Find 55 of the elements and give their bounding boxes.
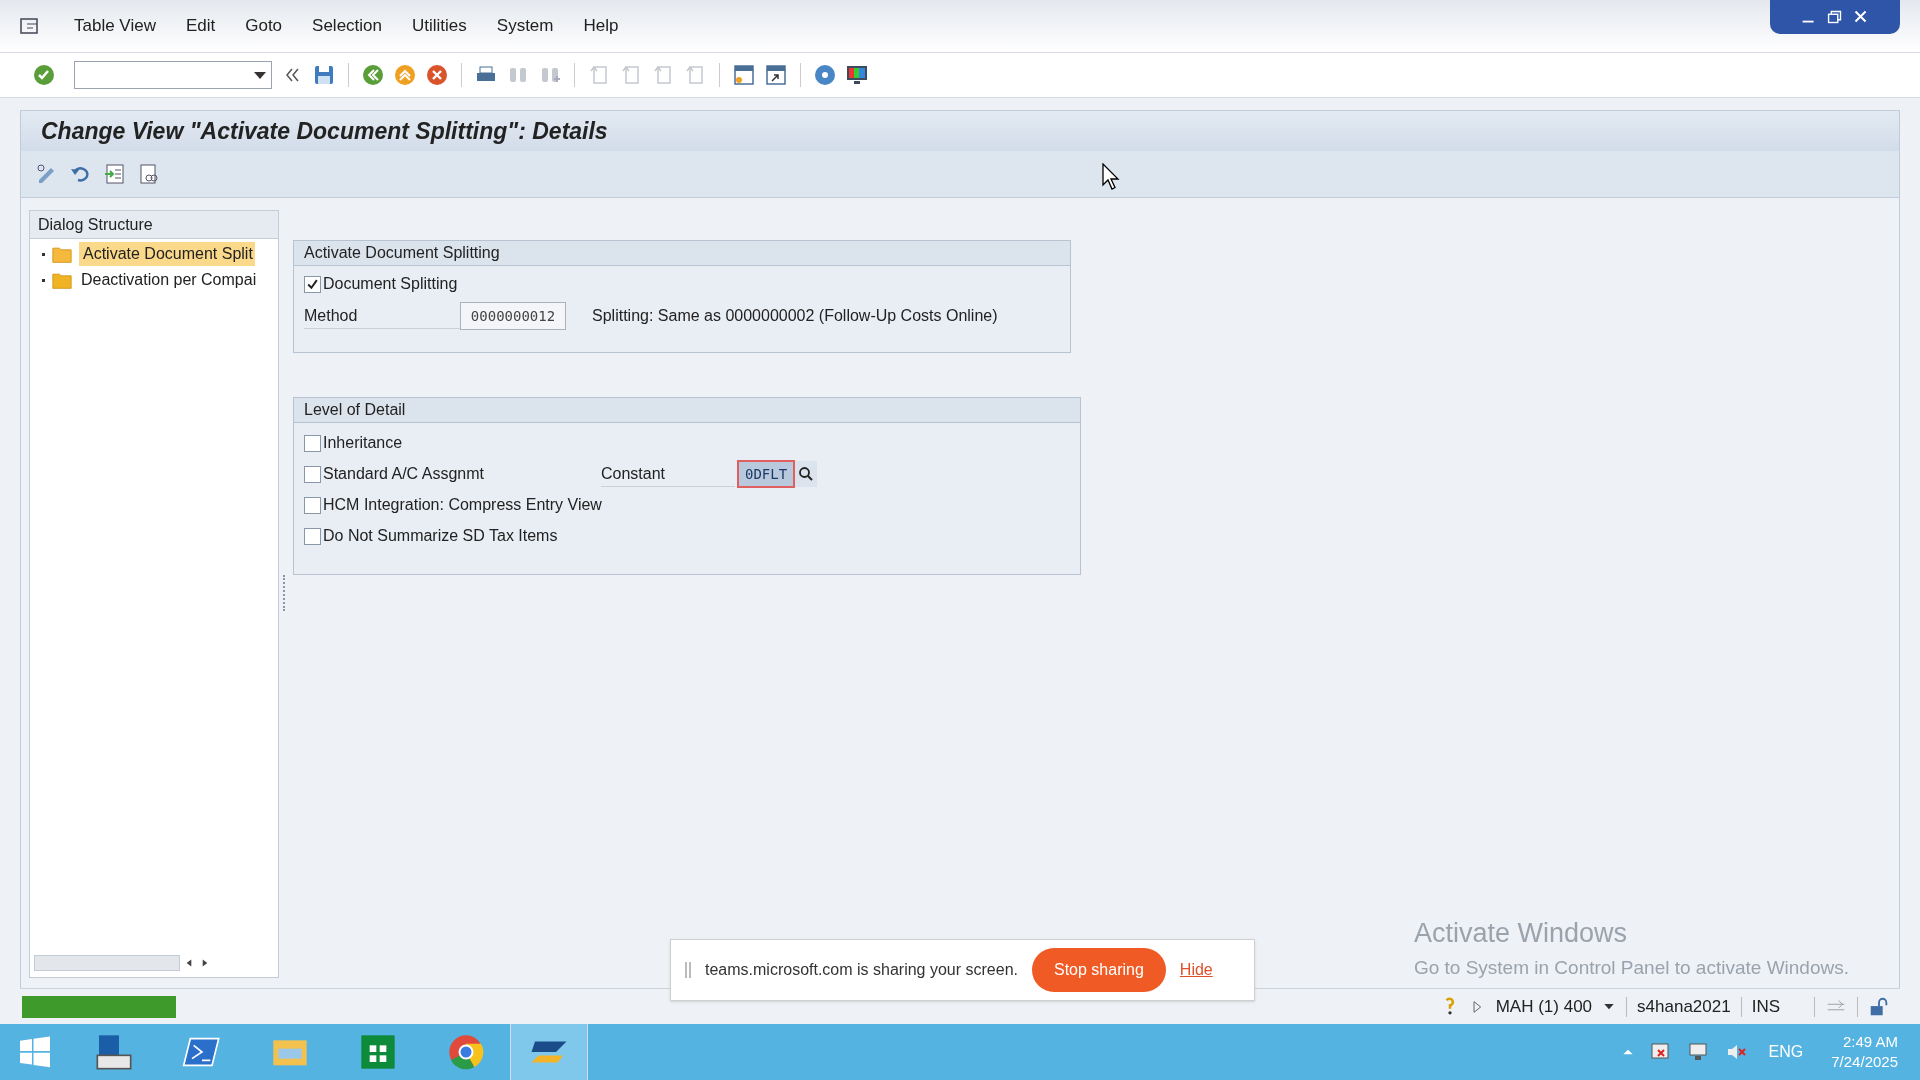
checkbox-label: Do Not Summarize SD Tax Items [323,526,558,546]
tree-item[interactable]: Activate Document Split [79,242,255,266]
system-info: MAH (1) 400 [1495,995,1593,1018]
checkbox-label: HCM Integration: Compress Entry View [323,495,602,515]
menu-item[interactable]: Goto [245,13,283,39]
server-name: s4hana2021 [1637,995,1731,1018]
server-manager-icon[interactable] [94,1032,134,1072]
exit-icon[interactable] [393,63,417,87]
scrollbar[interactable] [34,955,180,971]
cancel-icon[interactable] [425,63,449,87]
search-icon [798,466,815,482]
screen-title: Change View "Activate Document Splitting": Details [41,116,608,146]
new-session-icon[interactable] [732,63,756,87]
mouse-pointer-icon [1102,163,1122,191]
menu-item[interactable]: Utilities [412,13,467,39]
method-field[interactable]: 0000000012 [460,302,566,330]
unlock-icon[interactable] [1868,995,1890,1018]
checkbox[interactable] [304,465,321,483]
activation-title: Activate Windows [1413,917,1628,950]
checkbox-label: Standard A/C Assgnmt [323,464,485,484]
drag-handle-icon[interactable] [685,962,691,978]
shortcut-icon[interactable] [764,63,788,87]
checkbox[interactable] [304,527,321,545]
command-field[interactable] [74,61,272,89]
menu-item[interactable]: System [496,13,554,39]
menu-item[interactable]: Selection [312,13,382,39]
dropdown-icon[interactable] [253,70,267,80]
field-label: Constant [601,461,735,487]
checkbox[interactable] [304,496,321,514]
menu-item[interactable]: Edit [185,13,216,39]
group-title: Activate Document Splitting [294,241,1070,266]
menu-item[interactable]: Help [583,13,619,39]
enter-icon[interactable] [32,63,56,87]
select-all-icon[interactable] [103,162,127,186]
hide-link[interactable]: Hide [1179,958,1213,982]
checkbox[interactable] [304,434,321,452]
back-icon[interactable] [361,63,385,87]
tree-item[interactable]: Deactivation per Compai [79,268,257,292]
windows-logo-icon [17,1034,53,1070]
panel-header: Dialog Structure [30,211,278,239]
store-icon[interactable] [358,1032,398,1072]
input-mode: INS [1751,995,1780,1018]
constant-field[interactable]: 0DFLT [737,460,796,488]
checkbox[interactable] [304,275,321,293]
checkbox-label: Document Splitting [323,274,458,294]
monitor-icon[interactable] [845,63,869,87]
group-title: Level of Detail [294,398,1080,423]
sharing-message: teams.microsoft.com is sharing your screen. [705,960,1018,980]
save-icon[interactable] [312,63,336,87]
checkbox-label: Inheritance [323,433,403,453]
activation-text: Go to System in Control Panel to activate Windows. [1413,955,1849,980]
method-description: Splitting: Same as 0000000002 (Follow-Up Costs Online) [592,306,998,326]
menu-item[interactable]: Table View [74,13,156,39]
search-help-button[interactable] [795,461,818,487]
browser-icon[interactable] [446,1032,486,1072]
